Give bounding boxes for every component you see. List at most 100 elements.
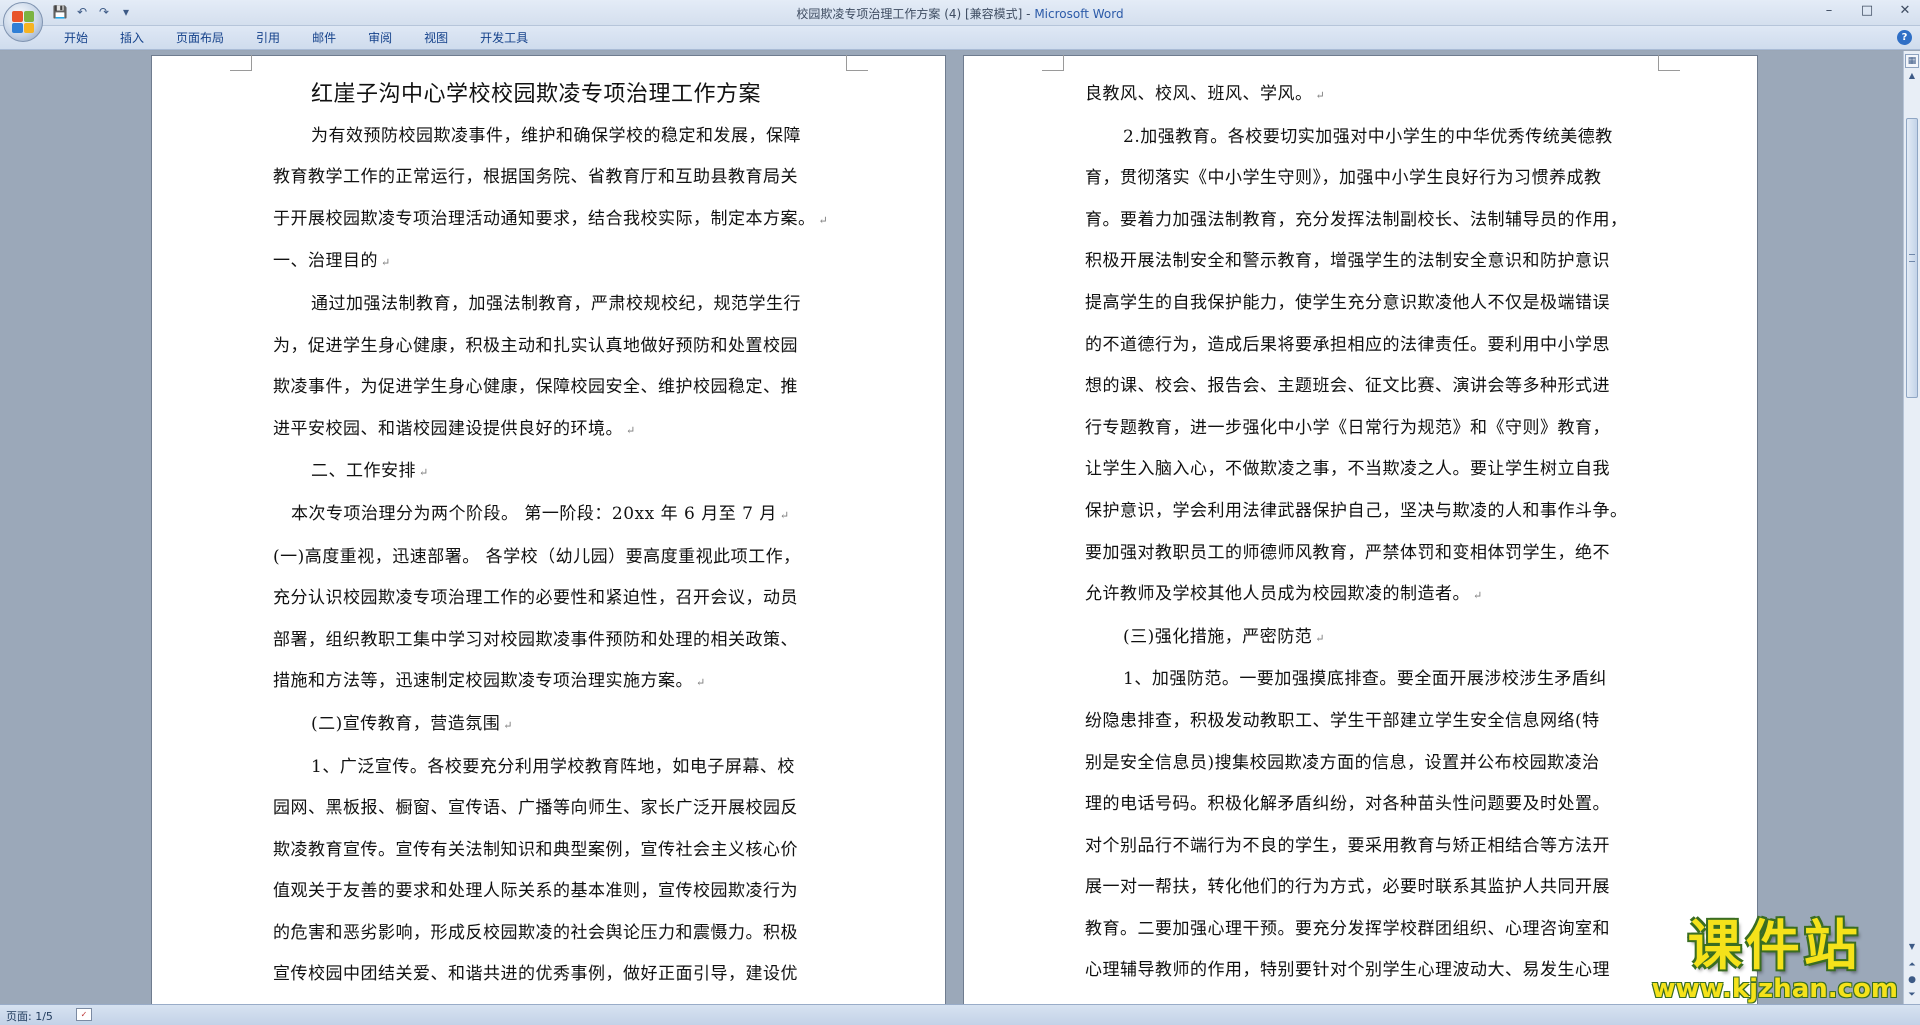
close-button[interactable]: ✕ <box>1896 2 1914 20</box>
document-page-1[interactable]: 红崖子沟中心学校校园欺凌专项治理工作方案为有效预防校园欺凌事件，维护和确保学校的… <box>151 55 946 1004</box>
line-text: 理的电话号码。积极化解矛盾纠纷，对各种苗头性问题要及时处置。 <box>1085 794 1610 815</box>
text-line[interactable]: 提高学生的自我保护能力，使学生充分意识欺凌他人不仅是极端错误 <box>1085 283 1641 325</box>
document-title-line[interactable]: 红崖子沟中心学校校园欺凌专项治理工作方案 <box>273 74 829 116</box>
text-line[interactable]: 为有效预防校园欺凌事件，维护和确保学校的稳定和发展，保障 <box>273 116 829 158</box>
window-controls: – □ ✕ <box>1820 2 1914 20</box>
text-line[interactable]: 一、治理目的 ↵ <box>273 241 829 284</box>
crop-mark <box>846 55 868 71</box>
text-line[interactable]: (二)宣传教育，营造氛围 ↵ <box>273 704 829 747</box>
scroll-down-icon[interactable]: ▼ <box>1905 942 1919 956</box>
text-line[interactable]: 积极开展法制安全和警示教育，增强学生的法制安全意识和防护意识 <box>1085 241 1641 283</box>
ribbon-tab[interactable]: 开发工具 <box>464 30 544 46</box>
text-line[interactable]: 2.加强教育。各校要切实加强对中小学生的中华优秀传统美德教 <box>1085 117 1641 159</box>
text-line[interactable]: 要加强对教职员工的师德师风教育，严禁体罚和变相体罚学生，绝不 <box>1085 533 1641 575</box>
text-line[interactable]: 别是安全信息员)搜集校园欺凌方面的信息，设置并公布校园欺凌治 <box>1085 743 1641 785</box>
line-text: 红崖子沟中心学校校园欺凌专项治理工作方案 <box>311 82 762 107</box>
text-line[interactable]: 进平安校园、和谐校园建设提供良好的环境。 ↵ <box>273 409 829 452</box>
ribbon-tab[interactable]: 邮件 <box>296 30 352 46</box>
text-line[interactable]: 允许教师及学校其他人员成为校园欺凌的制造者。 ↵ <box>1085 574 1641 617</box>
status-bar: 页面: 1/5 ✓ <box>0 1004 1920 1025</box>
text-line[interactable]: 1、广泛宣传。各校要充分利用学校教育阵地，如电子屏幕、校 <box>273 747 829 789</box>
text-line[interactable]: 理的电话号码。积极化解矛盾纠纷，对各种苗头性问题要及时处置。 <box>1085 784 1641 826</box>
text-line[interactable]: 于开展校园欺凌专项治理活动通知要求，结合我校实际，制定本方案。 ↵ <box>273 199 829 242</box>
paragraph-mark-icon: ↵ <box>626 423 636 437</box>
text-line[interactable]: 通过加强法制教育，加强法制教育，严肃校规校纪，规范学生行 <box>273 284 829 326</box>
text-line[interactable]: 教育教学工作的正常运行，根据国务院、省教育厅和互助县教育局关 <box>273 157 829 199</box>
line-text: 的不道德行为，造成后果将要承担相应的法律责任。要利用中小学思 <box>1085 334 1610 355</box>
line-text: 积极开展法制安全和警示教育，增强学生的法制安全意识和防护意识 <box>1085 251 1610 272</box>
text-line[interactable]: 让学生入脑入心，不做欺凌之事，不当欺凌之人。要让学生树立自我 <box>1085 449 1641 491</box>
text-line[interactable]: 行专题教育，进一步强化中小学《日常行为规范》和《守则》教育， <box>1085 408 1641 450</box>
line-text: 保护意识，学会利用法律武器保护自己，坚决与欺凌的人和事作斗争。 <box>1085 500 1628 521</box>
scroll-up-icon[interactable]: ▲ <box>1905 71 1919 85</box>
select-browse-object-icon[interactable]: ● <box>1905 975 1919 989</box>
text-line[interactable]: 为，促进学生身心健康，积极主动和扎实认真地做好预防和处置校园 <box>273 326 829 368</box>
text-line[interactable]: 良教风、校风、班风、学风。 ↵ <box>1085 74 1641 117</box>
text-line[interactable]: 充分认识校园欺凌专项治理工作的必要性和紧迫性，召开会议，动员 <box>273 578 829 620</box>
text-line[interactable]: 育。要着力加强法制教育，充分发挥法制副校长、法制辅导员的作用， <box>1085 200 1641 242</box>
crop-mark <box>1042 55 1064 71</box>
scroll-thumb[interactable] <box>1906 118 1918 398</box>
text-line[interactable]: 展一对一帮扶，转化他们的行为方式，必要时联系其监护人共同开展 <box>1085 867 1641 909</box>
line-text: 允许教师及学校其他人员成为校园欺凌的制造者。 <box>1085 584 1470 605</box>
page-text[interactable]: 红崖子沟中心学校校园欺凌专项治理工作方案为有效预防校园欺凌事件，维护和确保学校的… <box>273 74 829 996</box>
text-line[interactable]: (三)强化措施，严密防范 ↵ <box>1085 617 1641 660</box>
text-line[interactable]: 园网、黑板报、橱窗、宣传语、广播等向师生、家长广泛开展校园反 <box>273 788 829 830</box>
vertical-scrollbar[interactable]: ▦ ▲ ▼ ⏶ ● ⏷ <box>1903 51 1920 1004</box>
maximize-button[interactable]: □ <box>1858 2 1876 20</box>
line-text: 二、工作安排 <box>311 461 416 482</box>
ribbon-tab[interactable]: 视图 <box>408 30 464 46</box>
watermark-url: www.kjzhan.com <box>1651 974 1898 1004</box>
previous-page-icon[interactable]: ⏶ <box>1905 960 1919 974</box>
text-line[interactable]: 欺凌教育宣传。宣传有关法制知识和典型案例，宣传社会主义核心价 <box>273 830 829 872</box>
paragraph-mark-icon: ↵ <box>696 676 706 690</box>
text-line[interactable]: 纷隐患排查，积极发动教职工、学生干部建立学生安全信息网络(特 <box>1085 701 1641 743</box>
text-line[interactable]: 想的课、校会、报告会、主题班会、征文比赛、演讲会等多种形式进 <box>1085 366 1641 408</box>
text-line[interactable]: 措施和方法等，迅速制定校园欺凌专项治理实施方案。 ↵ <box>273 661 829 704</box>
office-button[interactable] <box>3 2 43 42</box>
document-page-2[interactable]: 良教风、校风、班风、学风。 ↵ 2.加强教育。各校要切实加强对中小学生的中华优秀传统… <box>963 55 1758 1004</box>
paragraph-mark-icon: ↵ <box>381 256 391 270</box>
line-text: 1、加强防范。一要加强摸底排查。要全面开展涉校涉生矛盾纠 <box>1123 669 1607 690</box>
page-count[interactable]: 页面: 1/5 <box>6 1008 53 1024</box>
ribbon-tab[interactable]: 开始 <box>48 30 104 46</box>
paragraph-mark-icon: ↵ <box>1473 589 1483 603</box>
line-text: 部署，组织教职工集中学习对校园欺凌事件预防和处理的相关政策、 <box>273 629 798 650</box>
help-icon[interactable]: ? <box>1897 30 1912 45</box>
text-line[interactable]: 宣传校园中团结关爱、和谐共进的优秀事例，做好正面引导，建设优 <box>273 954 829 996</box>
next-page-icon[interactable]: ⏷ <box>1905 990 1919 1004</box>
text-line[interactable]: 本次专项治理分为两个阶段。 第一阶段：20xx 年 6 月至 7 月 ↵ <box>273 494 829 537</box>
line-text: 欺凌教育宣传。宣传有关法制知识和典型案例，宣传社会主义核心价 <box>273 839 798 860</box>
ribbon-tab[interactable]: 页面布局 <box>160 30 240 46</box>
text-line[interactable]: 1、加强防范。一要加强摸底排查。要全面开展涉校涉生矛盾纠 <box>1085 659 1641 701</box>
ribbon-tab[interactable]: 插入 <box>104 30 160 46</box>
view-ruler-icon[interactable]: ▦ <box>1905 54 1919 68</box>
line-text: (三)强化措施，严密防范 <box>1123 626 1313 647</box>
text-line[interactable]: 欺凌事件，为促进学生身心健康，保障校园安全、维护校园稳定、推 <box>273 367 829 409</box>
line-text: 为，促进学生身心健康，积极主动和扎实认真地做好预防和处置校园 <box>273 335 798 356</box>
proofing-icon[interactable]: ✓ <box>76 1008 92 1021</box>
text-line[interactable]: 部署，组织教职工集中学习对校园欺凌事件预防和处理的相关政策、 <box>273 620 829 662</box>
text-line[interactable]: 保护意识，学会利用法律武器保护自己，坚决与欺凌的人和事作斗争。 <box>1085 491 1641 533</box>
text-line[interactable]: 教育。二要加强心理干预。要充分发挥学校群团组织、心理咨询室和 <box>1085 909 1641 951</box>
text-line[interactable]: 的不道德行为，造成后果将要承担相应的法律责任。要利用中小学思 <box>1085 325 1641 367</box>
ribbon-tab[interactable]: 引用 <box>240 30 296 46</box>
text-line[interactable]: 育，贯彻落实《中小学生守则》，加强中小学生良好行为习惯养成教 <box>1085 158 1641 200</box>
text-line[interactable]: (一)高度重视，迅速部署。 各学校（幼儿园）要高度重视此项工作， <box>273 537 829 579</box>
window-title: 校园欺凌专项治理工作方案 (4) [兼容模式] - Microsoft Word <box>0 5 1920 22</box>
line-text: 行专题教育，进一步强化中小学《日常行为规范》和《守则》教育， <box>1085 417 1610 438</box>
text-line[interactable]: 二、工作安排 ↵ <box>273 451 829 494</box>
text-line[interactable]: 对个别品行不端行为不良的学生，要采用教育与矫正相结合等方法开 <box>1085 826 1641 868</box>
text-line[interactable]: 值观关于友善的要求和处理人际关系的基本准则，宣传校园欺凌行为 <box>273 871 829 913</box>
minimize-button[interactable]: – <box>1820 2 1838 20</box>
text-line[interactable]: 的危害和恶劣影响，形成反校园欺凌的社会舆论压力和震慑力。积极 <box>273 913 829 955</box>
ribbon-tabs: 开始 插入 页面布局 引用 邮件 审阅 视图 开发工具 <box>48 30 544 46</box>
text-line[interactable]: 心理辅导教师的作用，特别要针对个别学生心理波动大、易发生心理 <box>1085 950 1641 992</box>
line-text: 让学生入脑入心，不做欺凌之事，不当欺凌之人。要让学生树立自我 <box>1085 459 1610 480</box>
ribbon-tab[interactable]: 审阅 <box>352 30 408 46</box>
crop-mark <box>230 55 252 71</box>
line-text: 本次专项治理分为两个阶段。 第一阶段：20xx 年 6 月至 7 月 <box>291 503 777 524</box>
line-text: 通过加强法制教育，加强法制教育，严肃校规校纪，规范学生行 <box>311 293 801 314</box>
line-text: 措施和方法等，迅速制定校园欺凌专项治理实施方案。 <box>273 671 693 692</box>
page-text[interactable]: 良教风、校风、班风、学风。 ↵ 2.加强教育。各校要切实加强对中小学生的中华优秀传统… <box>1085 74 1641 992</box>
